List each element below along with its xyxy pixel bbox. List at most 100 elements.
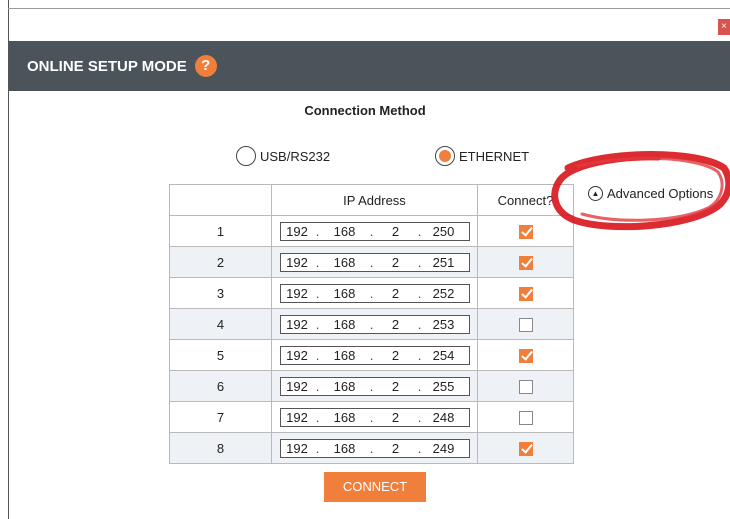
ip-separator: . <box>315 254 320 270</box>
row-index: 1 <box>169 215 272 247</box>
connect-checkbox[interactable] <box>518 348 533 363</box>
window-top-border <box>8 8 730 9</box>
ip-octet[interactable]: 2 <box>376 224 416 239</box>
ip-separator: . <box>417 316 422 332</box>
ip-address-input[interactable]: 192. 168. 2. 248 <box>279 407 470 427</box>
connect-button[interactable]: CONNECT <box>324 472 426 502</box>
ip-cell: 192. 168. 2. 251 <box>271 246 478 278</box>
ip-separator: . <box>315 378 320 394</box>
connect-cell <box>477 370 574 402</box>
row-index: 4 <box>169 308 272 340</box>
ip-address-table: IP Address Connect? 1 192. 168. 2. 250 2 19… <box>169 184 574 464</box>
ip-octet[interactable]: 2 <box>376 441 416 456</box>
ip-octet[interactable]: 2 <box>376 286 416 301</box>
ip-octet[interactable]: 248 <box>424 410 464 425</box>
ip-octet[interactable]: 2 <box>376 348 416 363</box>
table-header-row: IP Address Connect? <box>169 184 574 216</box>
ip-octet[interactable]: 192 <box>281 379 314 394</box>
ip-octet[interactable]: 253 <box>424 317 464 332</box>
ip-octet[interactable]: 251 <box>424 255 464 270</box>
ip-separator: . <box>417 440 422 456</box>
ip-octet[interactable]: 192 <box>281 410 314 425</box>
radio-label-usb: USB/RS232 <box>260 148 331 164</box>
radio-ethernet[interactable]: ETHERNET <box>435 146 529 166</box>
chevron-up-circle-icon[interactable]: ▲ <box>588 186 603 201</box>
radio-label-ethernet: ETHERNET <box>459 148 530 164</box>
row-index: 2 <box>169 246 272 278</box>
help-icon[interactable]: ? <box>194 55 217 77</box>
ip-address-input[interactable]: 192. 168. 2. 249 <box>279 438 470 458</box>
connect-checkbox[interactable] <box>518 286 533 301</box>
ip-octet[interactable]: 192 <box>281 286 314 301</box>
table-row: 5 192. 168. 2. 254 <box>169 339 574 371</box>
ip-octet[interactable]: 2 <box>376 255 416 270</box>
ip-address-input[interactable]: 192. 168. 2. 250 <box>279 221 470 241</box>
ip-separator: . <box>315 409 320 425</box>
advanced-options-toggle[interactable]: ▲ Advanced Options <box>588 186 713 201</box>
ip-octet[interactable]: 168 <box>322 286 368 301</box>
ip-separator: . <box>417 409 422 425</box>
ip-separator: . <box>369 254 374 270</box>
radio-button-usb[interactable] <box>236 146 256 166</box>
table-row: 7 192. 168. 2. 248 <box>169 401 574 433</box>
dialog-title: ONLINE SETUP MODE <box>27 57 187 75</box>
row-index: 3 <box>169 277 272 309</box>
table-row: 6 192. 168. 2. 255 <box>169 370 574 402</box>
connect-checkbox[interactable] <box>518 255 533 270</box>
ip-separator: . <box>315 285 320 301</box>
connect-checkbox[interactable] <box>518 410 533 425</box>
connect-cell <box>477 401 574 433</box>
ip-address-input[interactable]: 192. 168. 2. 254 <box>279 345 470 365</box>
ip-octet[interactable]: 168 <box>322 255 368 270</box>
ip-octet[interactable]: 168 <box>322 441 368 456</box>
table-row: 8 192. 168. 2. 249 <box>169 432 574 464</box>
ip-octet[interactable]: 168 <box>322 410 368 425</box>
ip-octet[interactable]: 192 <box>281 255 314 270</box>
connect-cell <box>477 432 574 464</box>
radio-button-ethernet[interactable] <box>435 146 455 166</box>
ip-separator: . <box>369 347 374 363</box>
ip-address-input[interactable]: 192. 168. 2. 252 <box>279 283 470 303</box>
table-row: 2 192. 168. 2. 251 <box>169 246 574 278</box>
ip-separator: . <box>369 440 374 456</box>
ip-octet[interactable]: 168 <box>322 379 368 394</box>
advanced-options-label[interactable]: Advanced Options <box>607 186 713 201</box>
ip-separator: . <box>369 285 374 301</box>
row-index: 8 <box>169 432 272 464</box>
ip-octet[interactable]: 192 <box>281 441 314 456</box>
ip-address-input[interactable]: 192. 168. 2. 253 <box>279 314 470 334</box>
connect-checkbox[interactable] <box>518 317 533 332</box>
table-row: 4 192. 168. 2. 253 <box>169 308 574 340</box>
ip-octet[interactable]: 254 <box>424 348 464 363</box>
connect-checkbox[interactable] <box>518 224 533 239</box>
ip-octet[interactable]: 250 <box>424 224 464 239</box>
ip-separator: . <box>417 223 422 239</box>
ip-octet[interactable]: 255 <box>424 379 464 394</box>
connect-checkbox[interactable] <box>518 379 533 394</box>
ip-address-input[interactable]: 192. 168. 2. 255 <box>279 376 470 396</box>
radio-usb-rs232[interactable]: USB/RS232 <box>236 146 330 166</box>
ip-octet[interactable]: 192 <box>281 317 314 332</box>
ip-octet[interactable]: 192 <box>281 224 314 239</box>
connect-checkbox[interactable] <box>518 441 533 456</box>
ip-separator: . <box>315 347 320 363</box>
ip-octet[interactable]: 168 <box>322 348 368 363</box>
ip-octet[interactable]: 168 <box>322 224 368 239</box>
table-row: 3 192. 168. 2. 252 <box>169 277 574 309</box>
row-index: 7 <box>169 401 272 433</box>
ip-cell: 192. 168. 2. 250 <box>271 215 478 247</box>
ip-separator: . <box>369 223 374 239</box>
ip-octet[interactable]: 2 <box>376 379 416 394</box>
connect-cell <box>477 339 574 371</box>
ip-cell: 192. 168. 2. 253 <box>271 308 478 340</box>
close-button[interactable]: × <box>718 19 730 35</box>
ip-octet[interactable]: 252 <box>424 286 464 301</box>
ip-cell: 192. 168. 2. 255 <box>271 370 478 402</box>
ip-octet[interactable]: 2 <box>376 410 416 425</box>
ip-octet[interactable]: 249 <box>424 441 464 456</box>
ip-address-input[interactable]: 192. 168. 2. 251 <box>279 252 470 272</box>
ip-octet[interactable]: 192 <box>281 348 314 363</box>
ip-octet[interactable]: 168 <box>322 317 368 332</box>
ip-octet[interactable]: 2 <box>376 317 416 332</box>
header-ip-address: IP Address <box>271 184 478 216</box>
